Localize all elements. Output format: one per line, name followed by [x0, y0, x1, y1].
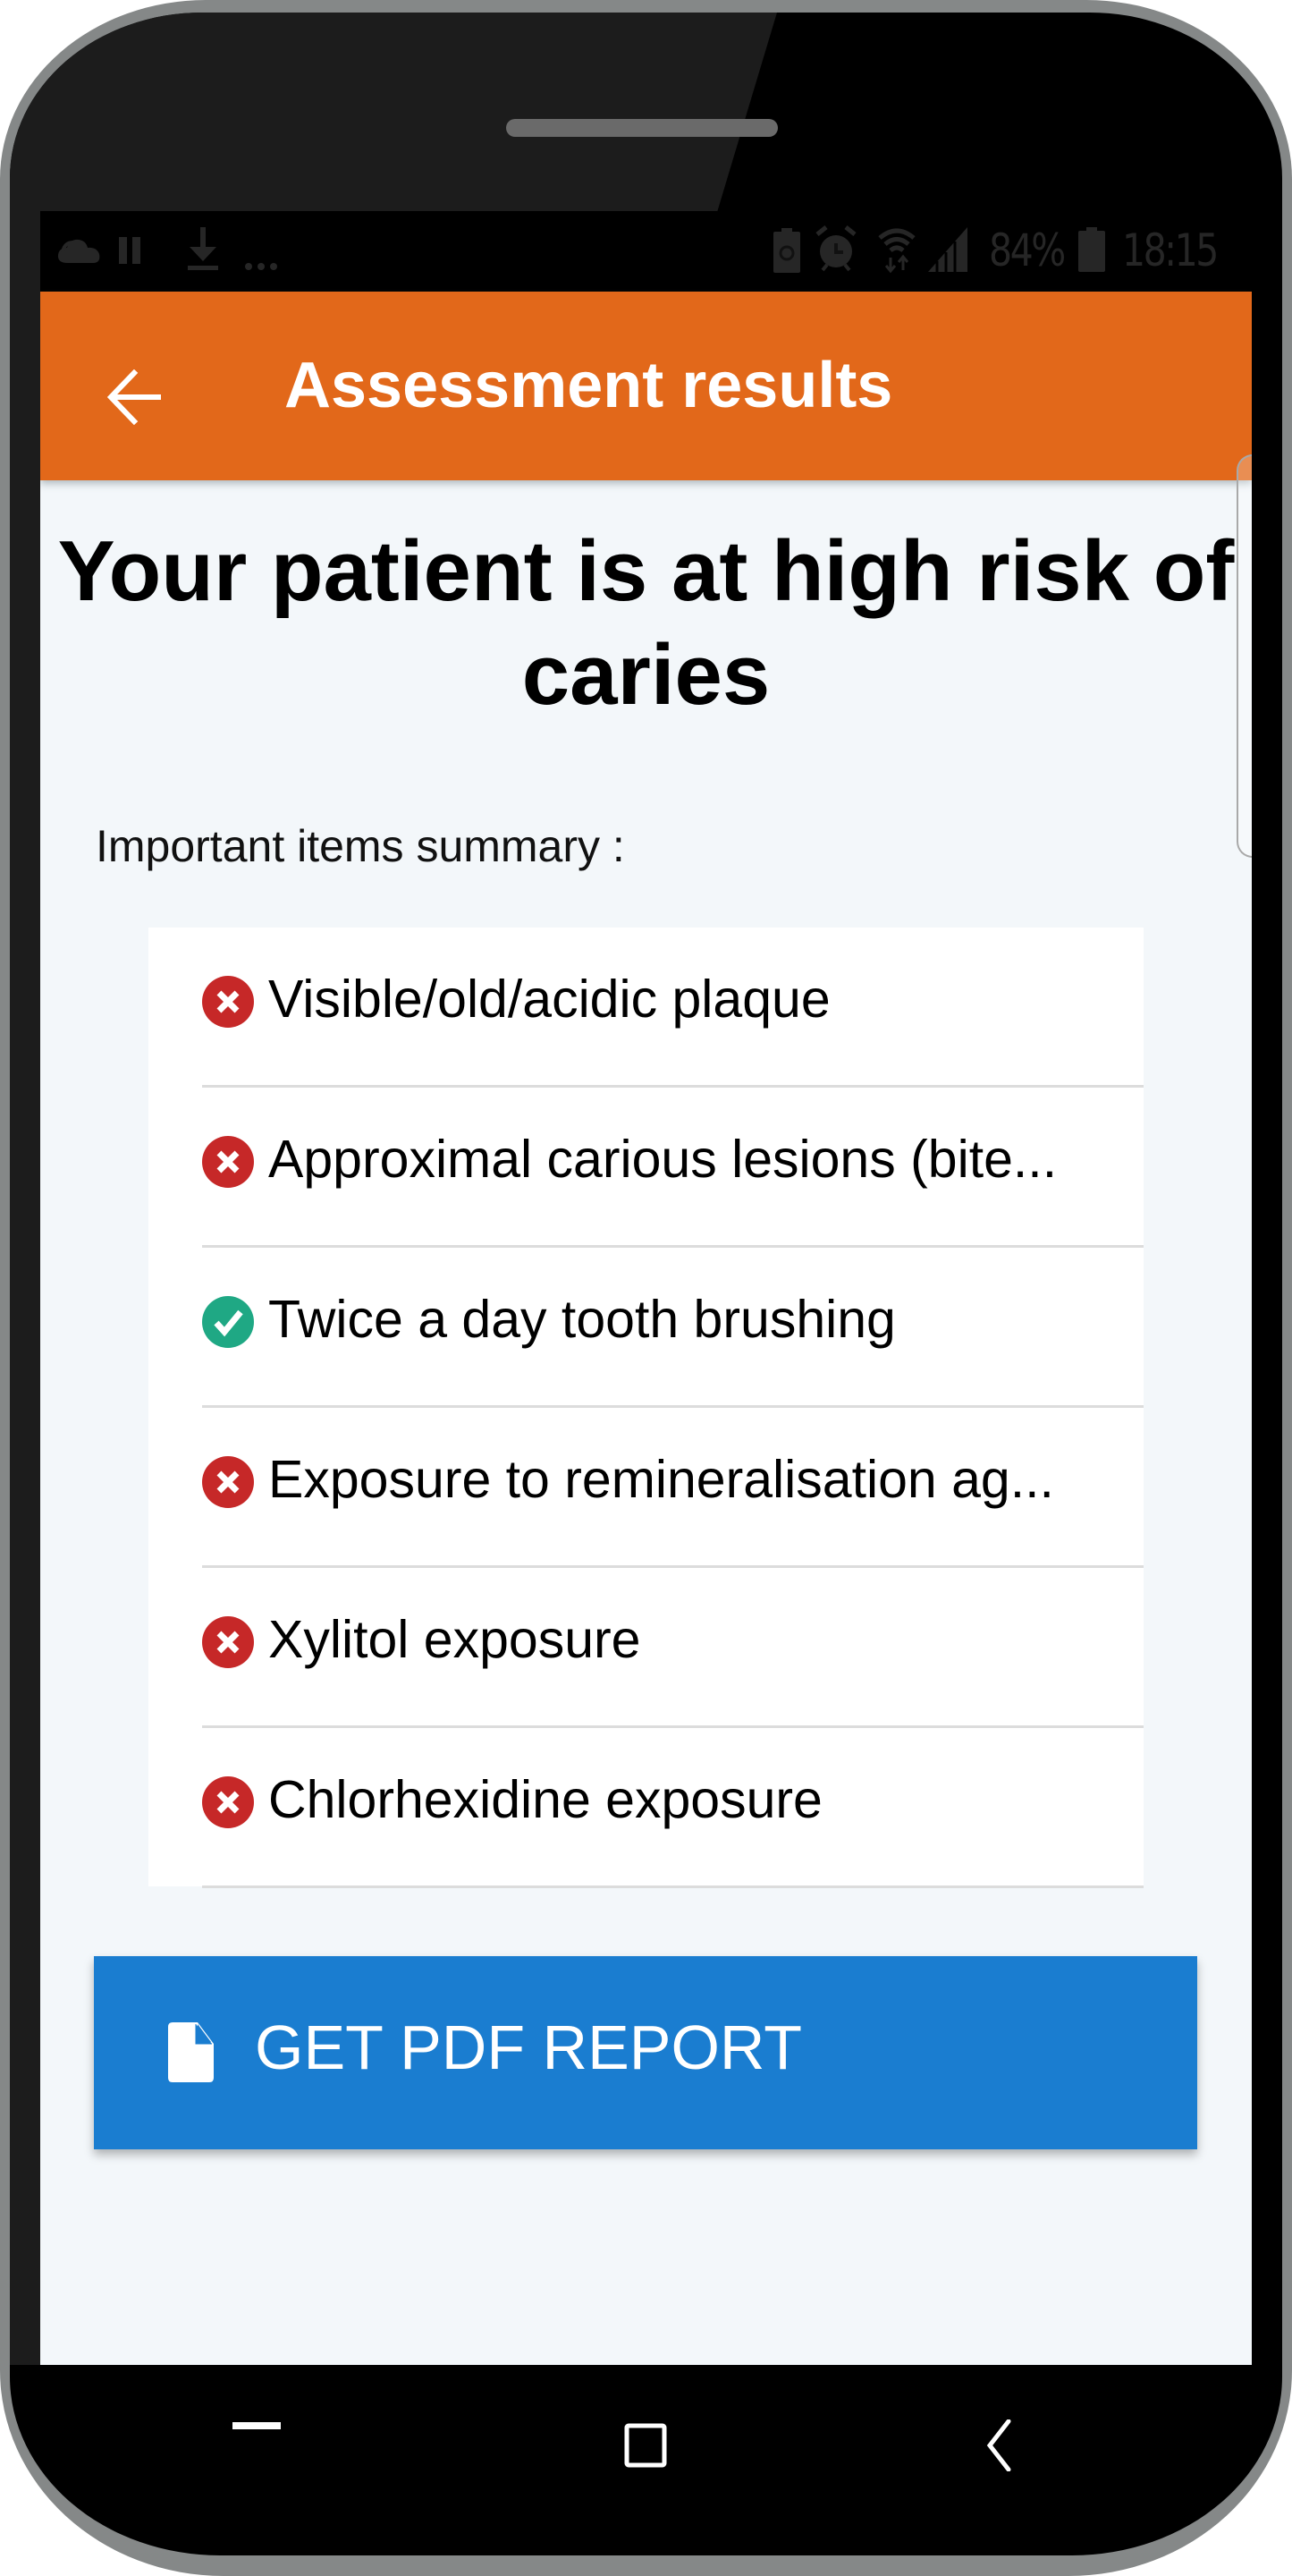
- check-circle-icon: [202, 1296, 254, 1348]
- list-item[interactable]: Visible/old/acidic plaque: [202, 928, 1144, 1088]
- x-circle-icon: [202, 1616, 254, 1668]
- more-notifications-icon: [244, 247, 280, 286]
- list-item-label: Chlorhexidine exposure: [268, 1770, 823, 1829]
- nav-back-button[interactable]: [971, 2411, 1025, 2483]
- clock: 18:15: [1122, 225, 1219, 276]
- list-item[interactable]: Approximal carious lesions (bite...: [202, 1088, 1144, 1248]
- list-item[interactable]: Exposure to remineralisation ag...: [202, 1408, 1144, 1568]
- download-icon: [186, 225, 220, 272]
- list-item[interactable]: Twice a day tooth brushing: [202, 1248, 1144, 1408]
- list-item-label: Twice a day tooth brushing: [268, 1290, 896, 1349]
- wifi-data-icon: [878, 225, 916, 274]
- status-bar: 84% 18:15: [40, 211, 1252, 292]
- earpiece-speaker: [506, 119, 778, 137]
- home-button[interactable]: [610, 2411, 681, 2483]
- important-items-list: Visible/old/acidic plaque Approximal car…: [148, 928, 1144, 1888]
- x-circle-icon: [202, 1136, 254, 1188]
- battery-percent: 84%: [989, 225, 1066, 276]
- bezel-side-glare: [10, 218, 40, 2365]
- list-item[interactable]: Chlorhexidine exposure: [202, 1728, 1144, 1888]
- edge-panel-handle[interactable]: [1237, 454, 1252, 858]
- recents-button[interactable]: [221, 2410, 292, 2445]
- home-icon: [624, 2423, 667, 2472]
- app-bar-title: Assessment results: [284, 350, 893, 421]
- app-bar: Assessment results: [40, 292, 1252, 480]
- summary-label: Important items summary :: [96, 821, 625, 871]
- navigation-bar: [10, 2365, 1282, 2544]
- x-circle-icon: [202, 1456, 254, 1508]
- nav-back-icon: [984, 2419, 1011, 2476]
- phone-screen: 84% 18:15 Assessment results Your patien…: [40, 211, 1252, 2365]
- arrow-left-icon: [106, 369, 163, 429]
- list-item-label: Xylitol exposure: [268, 1610, 641, 1669]
- cloud-sync-icon: [55, 231, 106, 270]
- battery-icon: [1078, 227, 1105, 272]
- risk-result-title: Your patient is at high risk of caries: [57, 523, 1235, 723]
- pdf-button-label: GET PDF REPORT: [255, 2012, 802, 2082]
- list-item[interactable]: Xylitol exposure: [202, 1568, 1144, 1728]
- back-button[interactable]: [95, 359, 175, 439]
- pause-icon: [117, 231, 144, 270]
- list-item-label: Approximal carious lesions (bite...: [268, 1130, 1058, 1189]
- x-circle-icon: [202, 1776, 254, 1828]
- file-icon: [168, 2022, 214, 2082]
- x-circle-icon: [202, 976, 254, 1028]
- alarm-icon: [815, 225, 857, 274]
- bezel-glare: [10, 13, 777, 218]
- get-pdf-report-button[interactable]: GET PDF REPORT: [94, 1956, 1197, 2149]
- recents-icon: [232, 2419, 281, 2436]
- list-item-label: Exposure to remineralisation ag...: [268, 1450, 1054, 1509]
- cell-signal-icon: [928, 225, 969, 272]
- list-item-label: Visible/old/acidic plaque: [268, 970, 831, 1029]
- battery-saver-icon: [773, 227, 800, 274]
